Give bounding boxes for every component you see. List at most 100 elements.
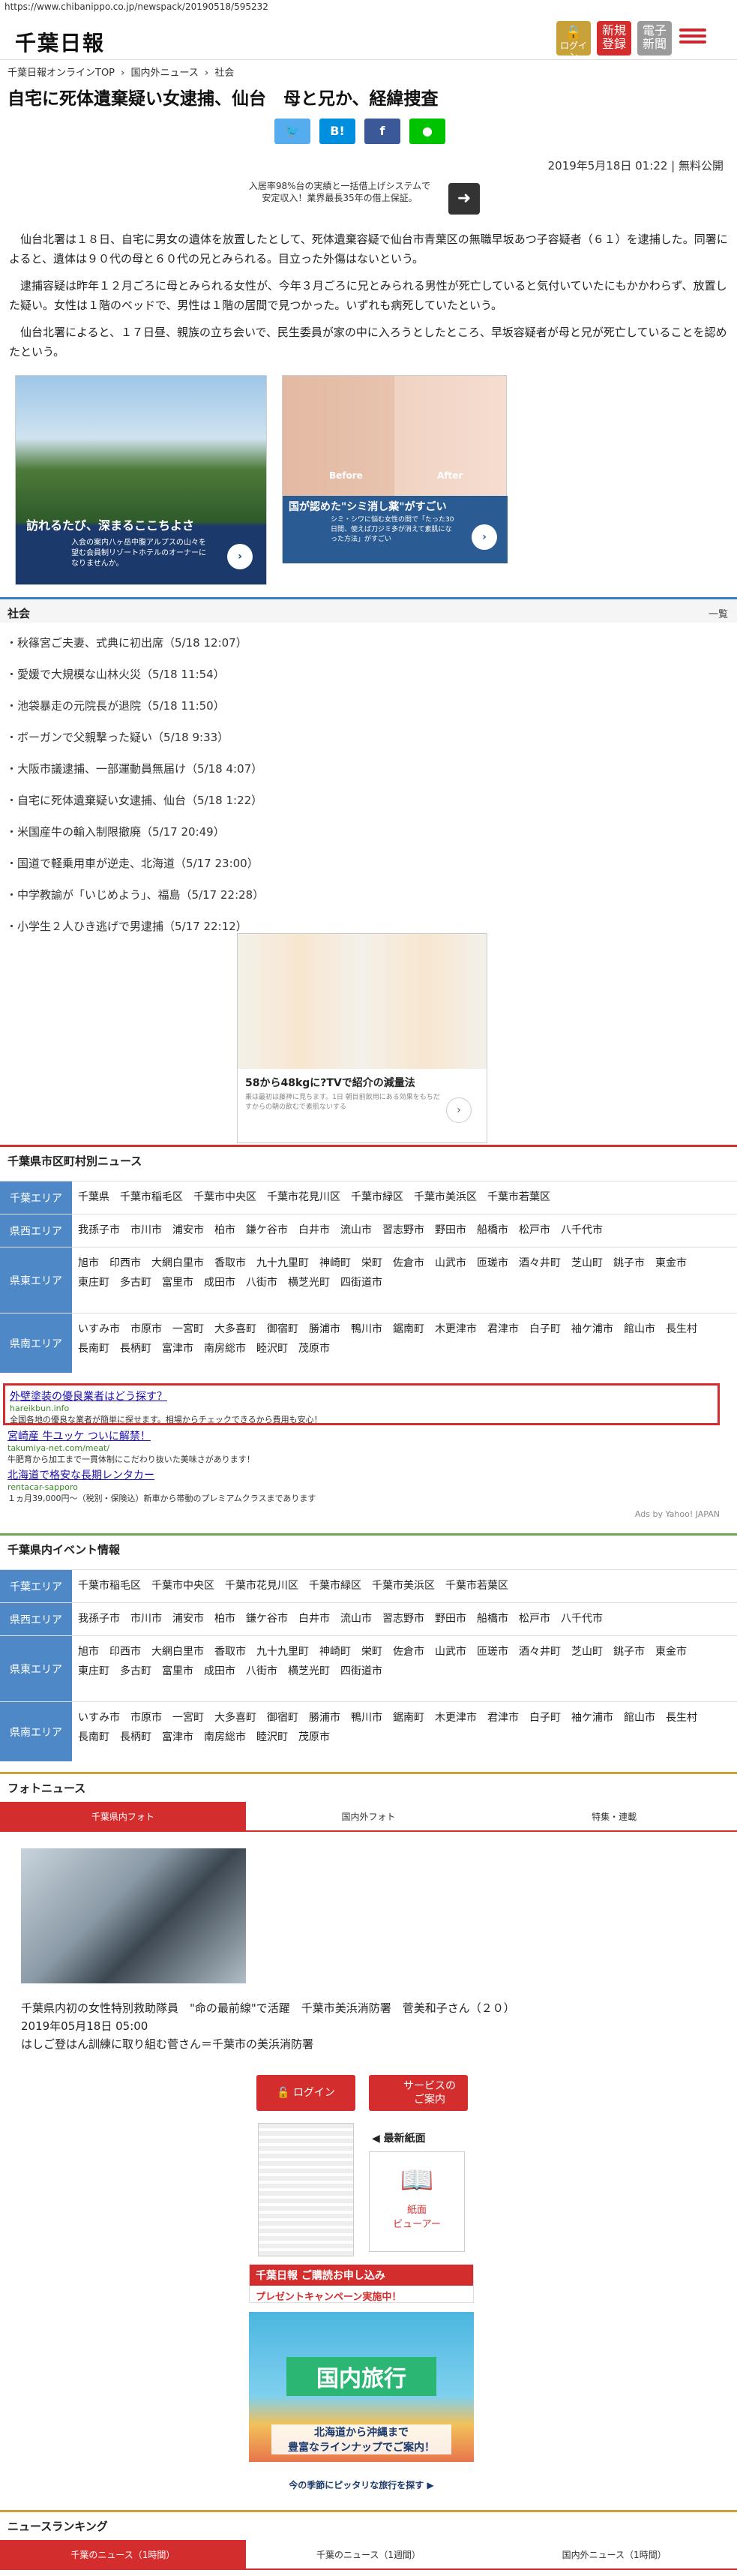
- area-link[interactable]: 千葉市中央区: [193, 1191, 256, 1203]
- breadcrumb-world[interactable]: 国内外ニュース: [131, 68, 199, 79]
- society-news-item[interactable]: 国道で軽乗用車が逆走、北海道（5/17 23:00）: [6, 855, 259, 871]
- area-link[interactable]: 九十九里町: [256, 1257, 309, 1269]
- site-logo[interactable]: 千葉日報: [15, 27, 105, 57]
- area-link[interactable]: 山武市: [435, 1646, 466, 1658]
- tab-world-hour[interactable]: 国内外ニュース（1時間）: [491, 2540, 737, 2570]
- society-news-item[interactable]: 愛媛で大規模な山林火災（5/18 11:54）: [6, 666, 225, 682]
- area-link[interactable]: 匝瑳市: [477, 1646, 508, 1658]
- area-link[interactable]: 白子町: [529, 1323, 561, 1335]
- area-link[interactable]: 市川市: [130, 1224, 162, 1236]
- area-link[interactable]: いすみ市: [78, 1323, 120, 1335]
- society-more-link[interactable]: 一覧: [709, 606, 728, 620]
- area-link[interactable]: 印西市: [109, 1646, 141, 1658]
- area-link[interactable]: 千葉市稲毛区: [78, 1580, 141, 1592]
- area-link[interactable]: 木更津市: [435, 1323, 477, 1335]
- area-link[interactable]: 東金市: [655, 1257, 687, 1269]
- area-link[interactable]: 流山市: [340, 1224, 372, 1236]
- ad-arrow-icon[interactable]: ›: [472, 524, 497, 550]
- area-link[interactable]: 柏市: [214, 1224, 235, 1236]
- service-guide-button[interactable]: サービスの ご案内: [369, 2075, 468, 2111]
- area-link[interactable]: 栄町: [361, 1646, 382, 1658]
- hatena-share-button[interactable]: B!: [319, 119, 355, 144]
- society-news-item[interactable]: 自宅に死体遺棄疑い女逮捕、仙台（5/18 1:22）: [6, 792, 262, 808]
- area-link[interactable]: 我孫子市: [78, 1613, 120, 1625]
- news-item-title[interactable]: 小学生２人ひき逃げで男逮捕: [17, 920, 163, 933]
- hamburger-menu-icon[interactable]: [679, 26, 706, 51]
- area-link[interactable]: 市川市: [130, 1613, 162, 1625]
- area-link[interactable]: 佐倉市: [393, 1257, 424, 1269]
- area-link[interactable]: 鴨川市: [351, 1712, 382, 1724]
- news-item-title[interactable]: 愛媛で大規模な山林火災: [17, 668, 141, 681]
- area-link[interactable]: 長南町: [78, 1343, 109, 1355]
- photo-news-image[interactable]: [21, 1848, 246, 1983]
- society-news-item[interactable]: ボーガンで父親撃った疑い（5/18 9:33）: [6, 729, 229, 745]
- register-button[interactable]: 新規 登録: [597, 21, 631, 56]
- area-link[interactable]: 神崎町: [319, 1257, 351, 1269]
- travel-ad[interactable]: 国内旅行 北海道から沖縄まで 豊富なラインナップでご案内！ 今の季節にピッタリな…: [249, 2312, 474, 2499]
- area-link[interactable]: 南房総市: [204, 1343, 246, 1355]
- area-link[interactable]: 旭市: [78, 1257, 99, 1269]
- area-link[interactable]: 長生村: [666, 1712, 697, 1724]
- area-link[interactable]: 鎌ケ谷市: [246, 1224, 288, 1236]
- area-link[interactable]: 千葉県: [78, 1191, 109, 1203]
- area-link[interactable]: 千葉市花見川区: [225, 1580, 298, 1592]
- ad-arrow-icon[interactable]: ›: [227, 544, 253, 569]
- breadcrumb-society[interactable]: 社会: [214, 68, 234, 79]
- ads-credit[interactable]: Ads by Yahoo! JAPAN: [3, 1509, 720, 1519]
- area-link[interactable]: 鴨川市: [351, 1323, 382, 1335]
- area-link[interactable]: 横芝光町: [288, 1665, 330, 1677]
- tab-chiba-photo[interactable]: 千葉県内フォト: [0, 1802, 246, 1832]
- subscribe-banner[interactable]: 千葉日報 ご購読お申し込み プレゼントキャンペーン実施中！: [249, 2264, 474, 2303]
- area-link[interactable]: 船橋市: [477, 1613, 508, 1625]
- sponsored-link-title[interactable]: 宮崎産 牛ユッケ ついに解禁！: [7, 1428, 715, 1443]
- area-link[interactable]: 長柄町: [120, 1731, 151, 1743]
- area-link[interactable]: 睦沢町: [256, 1731, 288, 1743]
- sponsored-link-title[interactable]: 北海道で格安な長期レンタカー: [7, 1467, 715, 1482]
- area-link[interactable]: 千葉市緑区: [309, 1580, 361, 1592]
- news-item-title[interactable]: 大阪市議逮捕、一部運動員無届け: [17, 762, 186, 776]
- sponsored-link[interactable]: 北海道で格安な長期レンタカー rentacar-sapporo １ヵ月39,00…: [3, 1464, 720, 1503]
- area-link[interactable]: 市原市: [130, 1323, 162, 1335]
- area-link[interactable]: 栄町: [361, 1257, 382, 1269]
- area-link[interactable]: 鋸南町: [393, 1323, 424, 1335]
- area-link[interactable]: 銚子市: [613, 1257, 645, 1269]
- area-link[interactable]: 君津市: [487, 1712, 519, 1724]
- area-link[interactable]: 成田市: [204, 1277, 235, 1289]
- area-link[interactable]: 松戸市: [519, 1224, 550, 1236]
- area-link[interactable]: 木更津市: [435, 1712, 477, 1724]
- area-link[interactable]: 白井市: [298, 1224, 330, 1236]
- area-link[interactable]: 八千代市: [561, 1224, 603, 1236]
- area-link[interactable]: 大網白里市: [151, 1257, 204, 1269]
- area-link[interactable]: 東金市: [655, 1646, 687, 1658]
- area-link[interactable]: 印西市: [109, 1257, 141, 1269]
- area-link[interactable]: 八千代市: [561, 1613, 603, 1625]
- area-link[interactable]: 館山市: [624, 1712, 655, 1724]
- area-link[interactable]: 神崎町: [319, 1646, 351, 1658]
- tab-chiba-week[interactable]: 千葉のニュース（1週間）: [245, 2540, 492, 2570]
- area-link[interactable]: 館山市: [624, 1323, 655, 1335]
- area-link[interactable]: 南房総市: [204, 1731, 246, 1743]
- area-link[interactable]: 袖ケ浦市: [571, 1323, 613, 1335]
- text-ad[interactable]: 入居率98%台の実績と一括借上げシステムで安定収入！業界最長35年の借上保証。: [240, 180, 480, 221]
- society-news-item[interactable]: 中学教諭が「いじめよう」、福島（5/17 22:28）: [6, 887, 264, 902]
- area-link[interactable]: 浦安市: [172, 1224, 204, 1236]
- area-link[interactable]: 千葉市若葉区: [487, 1191, 550, 1203]
- area-link[interactable]: 御宿町: [267, 1712, 298, 1724]
- news-item-title[interactable]: 米国産牛の輸入制限撤廃: [17, 825, 141, 839]
- area-link[interactable]: 成田市: [204, 1665, 235, 1677]
- society-news-item[interactable]: 池袋暴走の元院長が退院（5/18 11:50）: [6, 698, 225, 713]
- area-link[interactable]: 茂原市: [298, 1343, 330, 1355]
- latest-paper-link[interactable]: ◀ 最新紙面: [372, 2130, 426, 2145]
- skin-ad[interactable]: Before After 国が認めた"シミ消し薬"がすごい シミ・シワに悩む女性…: [282, 375, 508, 563]
- diet-ad[interactable]: 58から48kgに?TVで紹介の減量法 乗は最初は藤神に見ちます。1日 朝目前飲…: [237, 933, 487, 1143]
- sponsored-link[interactable]: 宮崎産 牛ユッケ ついに解禁！ takumiya-net.com/meat/ 牛…: [3, 1425, 720, 1464]
- society-news-item[interactable]: 小学生２人ひき逃げで男逮捕（5/17 22:12）: [6, 918, 247, 934]
- society-news-item[interactable]: 米国産牛の輸入制限撤廃（5/17 20:49）: [6, 824, 225, 839]
- news-item-title[interactable]: 国道で軽乗用車が逆走、北海道: [17, 857, 175, 870]
- area-link[interactable]: 千葉市美浜区: [372, 1580, 435, 1592]
- photo-caption[interactable]: 千葉県内初の女性特別救助隊員 "命の最前線"で活躍 千葉市美浜消防署 菅美和子さ…: [21, 2000, 726, 2016]
- sponsored-link-title[interactable]: 外壁塗装の優良業者はどう探す？: [10, 1389, 713, 1404]
- area-link[interactable]: 大網白里市: [151, 1646, 204, 1658]
- ad-arrow-icon[interactable]: ➜: [448, 183, 480, 215]
- area-link[interactable]: 東庄町: [78, 1277, 109, 1289]
